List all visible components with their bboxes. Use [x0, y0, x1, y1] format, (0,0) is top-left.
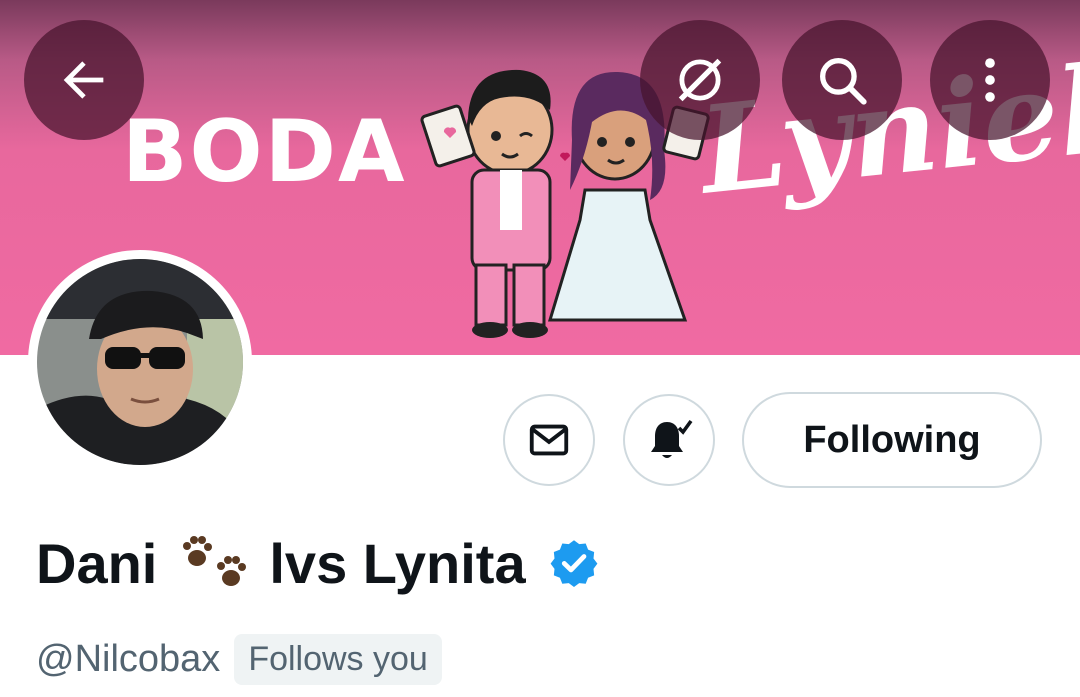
banner-boda-text: BODA [122, 102, 407, 202]
bell-check-icon [651, 419, 693, 458]
avatar-photo [37, 259, 243, 465]
slashed-circle-icon [678, 58, 722, 102]
back-button[interactable] [24, 20, 144, 140]
display-name-second: lvs Lynita [269, 531, 526, 595]
more-vertical-icon [985, 58, 995, 102]
envelope-icon [529, 424, 569, 456]
search-icon [820, 58, 867, 105]
follows-you-badge: Follows you [234, 633, 442, 685]
following-button[interactable]: Following [742, 392, 1042, 488]
display-name-first: Dani [36, 531, 158, 595]
more-options-button[interactable] [930, 20, 1050, 140]
profile-name: Dani lvs Lynita [36, 528, 600, 598]
notifications-button[interactable] [623, 394, 715, 486]
message-button[interactable] [503, 394, 595, 486]
arrow-left-icon [63, 61, 104, 99]
handle-row: @Nilcobax Follows you [36, 630, 442, 688]
search-button[interactable] [782, 20, 902, 140]
avatar[interactable] [28, 250, 252, 474]
verified-badge-icon[interactable] [548, 537, 600, 589]
paw-prints-icon [183, 536, 247, 586]
grok-button[interactable] [640, 20, 760, 140]
username-handle: @Nilcobax [36, 637, 221, 680]
